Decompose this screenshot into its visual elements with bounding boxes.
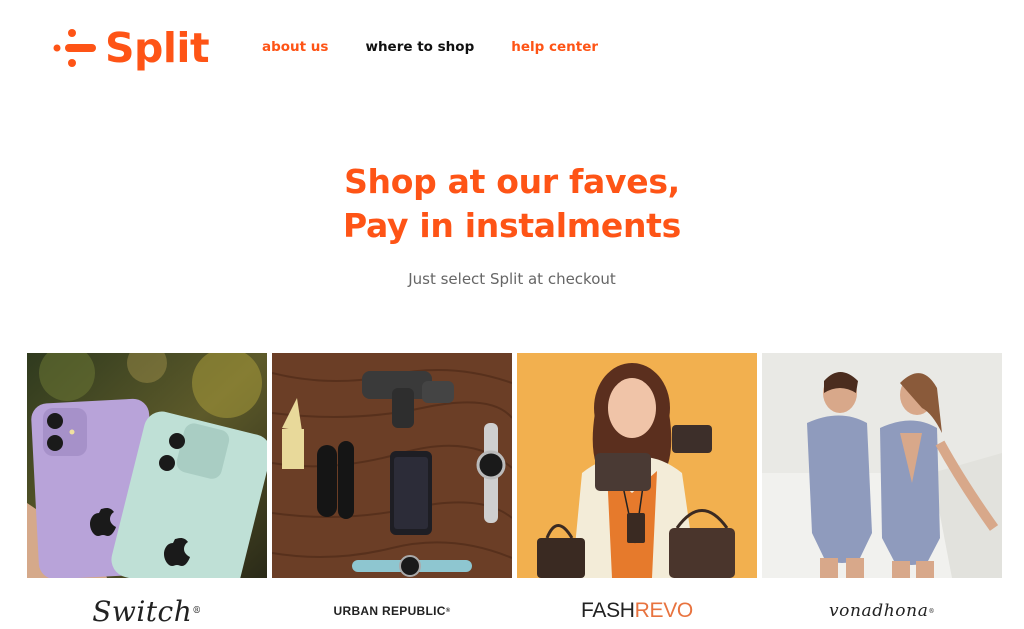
hero-subtitle: Just select Split at checkout [408, 270, 616, 288]
brand-name: vonadhona [828, 601, 929, 621]
brand-name-tail: REVO [634, 599, 694, 622]
split-dots-icon [53, 29, 96, 67]
split-logo[interactable]: Split [53, 24, 210, 72]
brand-name-main: FASH [581, 599, 635, 622]
logo-wordmark: Split [105, 24, 210, 72]
nav-where-to-shop[interactable]: where to shop [365, 37, 474, 57]
merchant-logo-vonadhona: vonadhona ® [762, 593, 1002, 629]
phones-image [27, 353, 267, 578]
nav-help-center[interactable]: help center [511, 37, 598, 57]
brand-name: URBAN REPUBLIC [333, 604, 446, 618]
site-header: Split about us where to shop help center [0, 0, 1024, 95]
merchant-grid: Switch ® URBAN REPUBLIC ® FASH REVO vona… [27, 353, 1002, 629]
merchant-photo-urban-republic [272, 353, 512, 578]
trademark: ® [192, 606, 202, 616]
nav-about-us[interactable]: about us [262, 37, 328, 57]
fashion-model-image [517, 353, 757, 578]
trademark: ® [928, 607, 936, 615]
merchant-logo-fashrevo: FASH REVO [517, 593, 757, 629]
merchant-card-fashrevo[interactable]: FASH REVO [517, 353, 757, 629]
merchant-photo-switch [27, 353, 267, 578]
merchant-logo-urban-republic: URBAN REPUBLIC ® [272, 593, 512, 629]
hero-title: Shop at our faves, Pay in instalments [0, 160, 1024, 248]
merchant-card-switch[interactable]: Switch ® [27, 353, 267, 629]
merchant-photo-vonadhona [762, 353, 1002, 578]
trademark: ® [445, 608, 451, 614]
hero-title-line-2: Pay in instalments [343, 206, 681, 245]
gadgets-image [272, 353, 512, 578]
hero-title-line-1: Shop at our faves, [344, 162, 680, 201]
brand-name: Switch [92, 594, 193, 628]
merchant-logo-switch: Switch ® [27, 593, 267, 629]
merchant-photo-fashrevo [517, 353, 757, 578]
main-nav: about us where to shop help center [262, 37, 598, 57]
merchant-card-urban-republic[interactable]: URBAN REPUBLIC ® [272, 353, 512, 629]
merchant-card-vonadhona[interactable]: vonadhona ® [762, 353, 1002, 629]
swimwear-image [762, 353, 1002, 578]
